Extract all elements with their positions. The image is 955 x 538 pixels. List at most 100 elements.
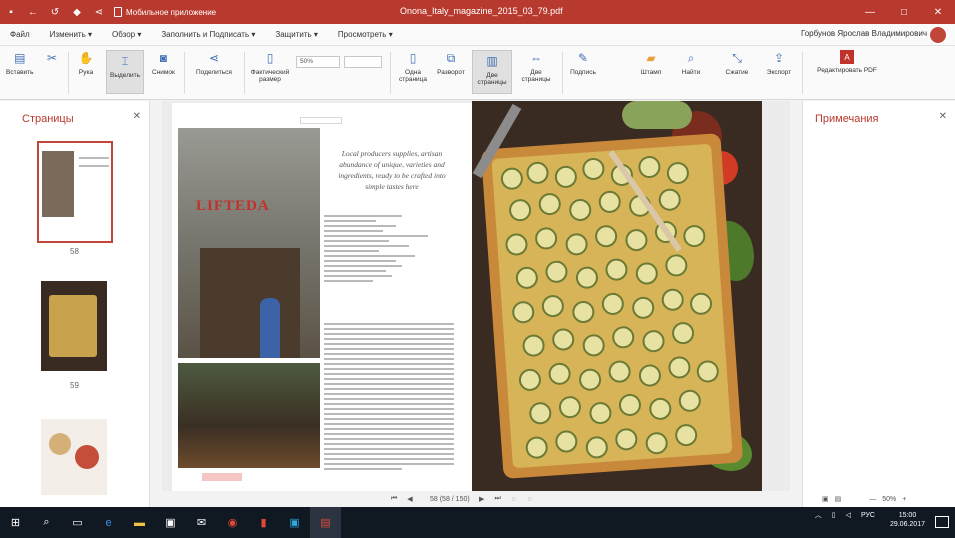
- fit-page-icon[interactable]: ▣: [822, 495, 829, 503]
- fit-width-icon[interactable]: ▤: [835, 495, 842, 503]
- snapshot-button[interactable]: ◙ Снимок: [152, 50, 175, 77]
- clock[interactable]: 15:00 29.06.2017: [890, 511, 925, 529]
- language-indicator[interactable]: РУС: [861, 512, 875, 519]
- stamp-button[interactable]: ▰ Штамп: [634, 50, 668, 77]
- search-icon: ⌕: [687, 50, 695, 65]
- maximize-button[interactable]: □: [887, 0, 921, 24]
- actual-size-icon: ▯: [266, 50, 274, 65]
- status-bar: ⏮ ◀ 58 (58 / 150) ▶ ⏭ ◌ ◌: [162, 491, 790, 507]
- page-thumbnail[interactable]: [37, 141, 113, 243]
- menu-view[interactable]: Обзор ▾: [102, 30, 151, 39]
- forward-view-icon[interactable]: ◌: [522, 496, 538, 503]
- two-pages-button[interactable]: ▥ Две страницы: [472, 50, 512, 94]
- page-number: 59: [70, 381, 79, 390]
- close-button[interactable]: ✕: [921, 0, 955, 24]
- menu-protect[interactable]: Защитить ▾: [265, 30, 328, 39]
- notes-panel: Примечания ✕: [802, 101, 955, 507]
- save-icon[interactable]: ▪: [0, 0, 22, 24]
- pages-panel-title: Страницы: [22, 113, 74, 125]
- chrome-icon[interactable]: ◉: [217, 507, 248, 538]
- page-right-photo: [472, 101, 762, 491]
- prev-page-button[interactable]: ◀: [402, 495, 418, 503]
- ribbon-divider: [562, 52, 563, 94]
- back-icon[interactable]: ←: [22, 0, 44, 24]
- zoom-in-button[interactable]: +: [902, 496, 906, 503]
- zoom-input[interactable]: 50%: [296, 56, 340, 68]
- close-icon[interactable]: ✕: [939, 111, 947, 122]
- ribbon-divider: [390, 52, 391, 94]
- pull-quote: Local producers supplies, artisan abunda…: [338, 149, 446, 191]
- undo-icon[interactable]: ↺: [44, 0, 66, 24]
- menu-fill-sign[interactable]: Заполнить и Подписать ▾: [151, 30, 265, 39]
- compress-button[interactable]: ⤡ Сжатие: [720, 50, 754, 77]
- volume-icon[interactable]: ◁: [846, 511, 851, 519]
- cut-button[interactable]: ✂: [44, 50, 60, 69]
- user-name[interactable]: Горбунов Ярослав Владимирович: [801, 29, 927, 38]
- page-number-field[interactable]: 58 (58 / 150): [426, 494, 474, 505]
- cut-icon: ✂: [46, 50, 58, 65]
- two-pages-scroll-button[interactable]: ⇔ Две страницы: [516, 50, 556, 84]
- page-thumbnail[interactable]: [41, 281, 107, 371]
- zoom-level[interactable]: 50%: [882, 496, 896, 503]
- last-page-button[interactable]: ⏭: [490, 495, 506, 503]
- ribbon-divider: [184, 52, 185, 94]
- task-view-icon[interactable]: ▭: [62, 507, 93, 538]
- next-page-button[interactable]: ▶: [474, 495, 490, 503]
- edit-pdf-button[interactable]: A Редактировать PDF: [812, 50, 882, 74]
- avatar[interactable]: [929, 26, 947, 44]
- minimize-button[interactable]: —: [853, 0, 887, 24]
- back-view-icon[interactable]: ◌: [506, 496, 522, 503]
- zoom-out-button[interactable]: —: [869, 496, 876, 503]
- menu-edit[interactable]: Изменить ▾: [40, 30, 102, 39]
- first-page-button[interactable]: ⏮: [386, 495, 402, 503]
- thumbnail-dish: [49, 433, 71, 455]
- pdf-app-icon[interactable]: ▤: [310, 507, 341, 538]
- media-icon[interactable]: ▣: [279, 507, 310, 538]
- chevron-up-icon[interactable]: ︿: [815, 510, 822, 520]
- two-pages-icon: ▥: [486, 53, 498, 68]
- recipe-text: [324, 323, 454, 473]
- hand-tool-button[interactable]: ✋ Рука: [78, 50, 94, 77]
- share-icon[interactable]: ⋖: [88, 0, 110, 24]
- menu-file[interactable]: Файл: [0, 30, 40, 39]
- single-page-button[interactable]: ▯ Одна страница: [396, 50, 430, 84]
- page-number: 58: [70, 247, 79, 256]
- right-scrollbar[interactable]: [790, 101, 802, 507]
- mail-icon[interactable]: ✉: [186, 507, 217, 538]
- signature-button[interactable]: ✎ Подпись: [566, 50, 600, 77]
- shield-icon[interactable]: ◆: [66, 0, 88, 24]
- edge-icon[interactable]: e: [93, 507, 124, 538]
- market-photo: [178, 363, 320, 468]
- person-figure: [260, 298, 280, 358]
- export-icon: ⇪: [773, 50, 785, 65]
- ingredients-list: [324, 215, 454, 285]
- hand-icon: ✋: [78, 50, 94, 65]
- thumbnail-text: [79, 157, 109, 159]
- network-icon[interactable]: ▯: [832, 511, 836, 519]
- share-icon: ⋖: [208, 50, 220, 65]
- ribbon-toolbar: ▤ Вставить ✂ ✋ Рука ⌶ Выделить ◙ Снимок ⋖ Под…: [0, 46, 955, 100]
- close-icon[interactable]: ✕: [133, 111, 141, 122]
- select-tool-button[interactable]: ⌶ Выделить: [106, 50, 144, 94]
- page-thumbnail[interactable]: [41, 419, 107, 495]
- page-width-input[interactable]: [344, 56, 382, 68]
- find-button[interactable]: ⌕ Найти: [676, 50, 706, 77]
- paste-button[interactable]: ▤ Вставить: [6, 50, 34, 77]
- compress-icon: ⤡: [732, 50, 742, 65]
- pages-panel: Страницы ✕ 58 59: [0, 101, 150, 507]
- mobile-mode-toggle[interactable]: Мобильное приложение: [114, 7, 216, 17]
- shop-sign: LIFTEDA: [196, 198, 270, 214]
- notes-panel-title: Примечания: [815, 113, 879, 125]
- actual-size-button[interactable]: ▯ Фактический размер: [250, 50, 290, 84]
- left-scrollbar[interactable]: [150, 101, 162, 507]
- explorer-icon[interactable]: ▬: [124, 507, 155, 538]
- export-button[interactable]: ⇪ Экспорт: [762, 50, 796, 77]
- store-icon[interactable]: ▣: [155, 507, 186, 538]
- share-button[interactable]: ⋖ Поделиться: [194, 50, 234, 77]
- windows-icon[interactable]: ⊞: [0, 507, 31, 538]
- menu-review[interactable]: Просмотреть ▾: [328, 30, 403, 39]
- office-icon[interactable]: ▮: [248, 507, 279, 538]
- notification-icon[interactable]: [935, 516, 949, 528]
- search-icon[interactable]: ⌕: [31, 507, 62, 538]
- spread-button[interactable]: ⧉ Разворот: [434, 50, 468, 77]
